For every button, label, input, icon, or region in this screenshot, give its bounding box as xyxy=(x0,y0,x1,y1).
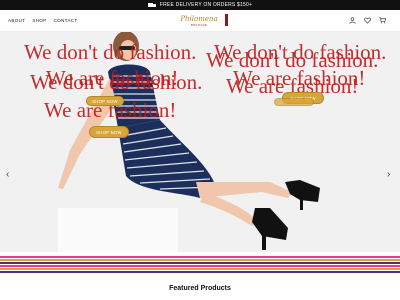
stripe-pink xyxy=(0,265,400,267)
chevron-right-icon[interactable]: › xyxy=(387,169,390,180)
logo-tagline: BOUTIQUE xyxy=(191,23,207,27)
shop-now-button-right-shadow xyxy=(274,98,314,106)
slogan-line2-left: We are fashion! xyxy=(46,66,179,90)
stripe-purple xyxy=(0,262,400,264)
truck-icon xyxy=(147,2,156,8)
logo-script: Philomena xyxy=(180,14,218,23)
stripe-purple xyxy=(0,271,400,273)
main-nav: ABOUT SHOP CONTACT xyxy=(8,18,78,23)
decorative-stripes xyxy=(0,256,400,274)
chevron-left-icon[interactable]: ‹ xyxy=(6,169,9,180)
hero-banner: We don't do fashion. We don't do fashion… xyxy=(0,32,400,252)
stripe-pink xyxy=(0,256,400,258)
stripe-gold xyxy=(0,259,400,261)
slogan-line1-left: We don't do fashion. xyxy=(24,40,197,64)
brand-logo[interactable]: Philomena BOUTIQUE xyxy=(176,12,228,30)
featured-products-heading: Featured Products xyxy=(169,285,231,292)
nav-contact[interactable]: CONTACT xyxy=(54,18,78,23)
heart-icon[interactable] xyxy=(364,17,371,24)
nav-about[interactable]: ABOUT xyxy=(8,18,25,23)
shop-now-button-main[interactable]: SHOP NOW xyxy=(89,126,129,138)
stripe-gold xyxy=(0,268,400,270)
logo-mark xyxy=(225,14,228,26)
nav-shop[interactable]: SHOP xyxy=(32,18,46,23)
promo-text: FREE DELIVERY ON ORDERS $150+ xyxy=(159,2,253,8)
cart-icon[interactable] xyxy=(379,17,386,24)
user-icon[interactable] xyxy=(349,17,356,24)
header-icons xyxy=(349,17,386,24)
shop-now-button-small[interactable]: SHOP NOW xyxy=(86,96,124,106)
promo-bar: FREE DELIVERY ON ORDERS $150+ xyxy=(0,0,400,10)
site-header: ABOUT SHOP CONTACT Philomena BOUTIQUE xyxy=(0,10,400,32)
